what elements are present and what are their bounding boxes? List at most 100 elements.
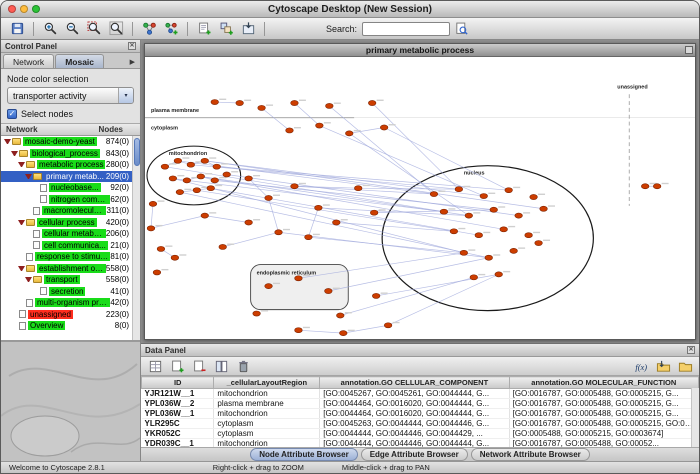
column-header[interactable]: annotation.GO MOLECULAR_FUNCTION	[509, 377, 698, 389]
network-node[interactable]	[339, 331, 347, 336]
add-nested-network-button[interactable]	[216, 19, 236, 38]
column-header[interactable]: _cellularLayoutRegion	[214, 377, 320, 389]
zoom-fit-button[interactable]	[106, 19, 126, 38]
network-node[interactable]	[510, 248, 518, 253]
network-edge[interactable]	[211, 188, 479, 235]
network-overview-button[interactable]	[139, 19, 159, 38]
network-edge[interactable]	[197, 190, 454, 231]
tab-network[interactable]: Network	[3, 54, 54, 68]
network-node[interactable]	[265, 284, 273, 289]
network-node[interactable]	[470, 275, 478, 280]
network-node[interactable]	[197, 174, 205, 179]
close-window-button[interactable]	[8, 5, 16, 13]
expand-triangle-icon[interactable]	[18, 220, 25, 225]
network-tree-row[interactable]: macromolecule...311(0)	[1, 205, 140, 217]
network-tree-row[interactable]: nucleobase...92(0)	[1, 182, 140, 194]
network-node[interactable]	[295, 276, 303, 281]
table-cell[interactable]: cytoplasm	[214, 429, 320, 439]
network-node[interactable]	[207, 186, 215, 191]
network-edge[interactable]	[151, 216, 205, 229]
network-node[interactable]	[370, 210, 378, 215]
table-cell[interactable]: [GO:0005488, GO:0005215, GO:0003674]	[509, 429, 698, 439]
network-node[interactable]	[460, 250, 468, 255]
network-node[interactable]	[183, 178, 191, 183]
save-button[interactable]	[7, 19, 27, 38]
network-view-maximize-icon[interactable]	[685, 46, 693, 54]
network-edge[interactable]	[372, 103, 459, 189]
table-cell[interactable]: [GO:0016787, GO:0005488, GO:0005215, G..…	[509, 399, 698, 409]
network-node[interactable]	[187, 162, 195, 167]
minimize-window-button[interactable]	[20, 5, 28, 13]
network-node[interactable]	[430, 192, 438, 197]
control-panel-close-icon[interactable]	[128, 42, 136, 50]
expand-triangle-icon[interactable]	[4, 139, 11, 144]
network-node[interactable]	[176, 190, 184, 195]
overview-thumbnail[interactable]	[1, 341, 140, 461]
network-node[interactable]	[495, 272, 503, 277]
tree-scrollbar[interactable]	[132, 136, 140, 340]
network-tree-row[interactable]: biological_process843(0)	[1, 148, 140, 160]
table-cell[interactable]: YPL036W__2	[142, 399, 214, 409]
table-cell[interactable]: mitochondrion	[214, 439, 320, 448]
network-tree-row[interactable]: secretion41(0)	[1, 286, 140, 298]
network-node[interactable]	[354, 186, 362, 191]
network-node[interactable]	[450, 229, 458, 234]
network-edge[interactable]	[205, 216, 249, 223]
tab-network-attribute-browser[interactable]: Network Attribute Browser	[471, 448, 590, 461]
network-node[interactable]	[540, 206, 548, 211]
network-tree-row[interactable]: unassigned223(0)	[1, 309, 140, 321]
tab-node-attribute-browser[interactable]: Node Attribute Browser	[250, 448, 358, 461]
network-node[interactable]	[325, 288, 333, 293]
network-node[interactable]	[440, 209, 448, 214]
network-node[interactable]	[485, 255, 493, 260]
add-annotation-button[interactable]	[194, 19, 214, 38]
network-node[interactable]	[201, 158, 209, 163]
network-node[interactable]	[236, 100, 244, 105]
network-node[interactable]	[171, 255, 179, 260]
network-create-button[interactable]	[161, 19, 181, 38]
network-edge[interactable]	[384, 128, 509, 191]
tab-mosaic[interactable]: Mosaic	[55, 54, 104, 68]
expand-triangle-icon[interactable]	[11, 151, 18, 156]
network-node[interactable]	[535, 240, 543, 245]
table-cell[interactable]: YLR295C	[142, 419, 214, 429]
network-node[interactable]	[275, 230, 283, 235]
network-node[interactable]	[480, 193, 488, 198]
table-cell[interactable]: [GO:0044464, GO:0016020, GO:0044444, G..…	[320, 409, 509, 419]
network-edge[interactable]	[173, 178, 464, 252]
table-cell[interactable]: plasma membrane	[214, 399, 320, 409]
network-node[interactable]	[286, 128, 294, 133]
table-row[interactable]: YKR052Ccytoplasm[GO:0044444, GO:0044446,…	[142, 429, 699, 439]
network-tree-row[interactable]: mosaic-demo-yeast874(0)	[1, 136, 140, 148]
network-node[interactable]	[380, 125, 388, 130]
network-node[interactable]	[213, 164, 221, 169]
table-cell[interactable]: YPL036W__1	[142, 409, 214, 419]
network-node[interactable]	[201, 213, 209, 218]
expand-triangle-icon[interactable]	[25, 174, 32, 179]
network-node[interactable]	[157, 246, 165, 251]
expand-triangle-icon[interactable]	[25, 277, 32, 282]
network-node[interactable]	[219, 244, 227, 249]
expand-triangle-icon[interactable]	[18, 162, 25, 167]
delete-attribute-button[interactable]	[189, 357, 209, 376]
network-node[interactable]	[530, 194, 538, 199]
table-cell[interactable]: [GO:0016787, GO:0005488, GO:0005215, G..…	[509, 389, 698, 399]
zoom-in-button[interactable]	[40, 19, 60, 38]
network-tree-row[interactable]: metabolic process280(0)	[1, 159, 140, 171]
network-node[interactable]	[490, 207, 498, 212]
table-row[interactable]: YLR295Ccytoplasm[GO:0045263, GO:0044444,…	[142, 419, 699, 429]
table-cell[interactable]: [GO:0045267, GO:0045261, GO:0044444, G..…	[320, 389, 509, 399]
zoom-window-button[interactable]	[32, 5, 40, 13]
tab-scroll-right-icon[interactable]	[127, 58, 138, 68]
table-cell[interactable]: YDR039C__1	[142, 439, 214, 448]
network-node[interactable]	[193, 188, 201, 193]
data-panel-close-icon[interactable]	[687, 346, 695, 354]
import-attributes-button[interactable]	[653, 357, 673, 376]
network-node[interactable]	[455, 187, 463, 192]
network-node[interactable]	[147, 226, 155, 231]
table-cell[interactable]: [GO:0016787, GO:0005488, GO:00052...	[509, 439, 698, 448]
network-node[interactable]	[295, 328, 303, 333]
search-options-button[interactable]	[451, 19, 471, 38]
network-node[interactable]	[291, 184, 299, 189]
network-view-titlebar[interactable]: primary metabolic process	[145, 44, 695, 57]
